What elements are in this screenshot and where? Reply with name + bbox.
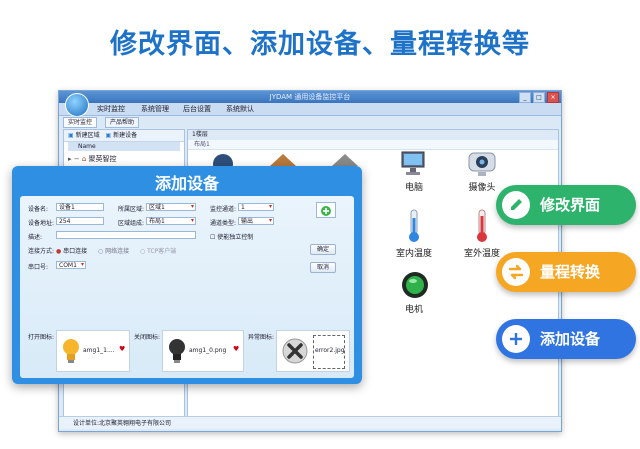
- area-label: 所属区域:: [118, 206, 145, 213]
- tab-help[interactable]: 产品帮助: [105, 117, 140, 128]
- area-select[interactable]: 区域1: [146, 203, 196, 211]
- new-area-icon: ▣: [68, 132, 74, 139]
- tree-header: Name: [68, 142, 180, 151]
- error-icon-label: 异常图标:: [248, 334, 275, 341]
- pill-label: 修改界面: [540, 196, 601, 214]
- radio-serial[interactable]: ● 串口连接: [56, 246, 87, 255]
- group-label: 区域组成:: [118, 220, 145, 227]
- add-button[interactable]: [316, 202, 336, 218]
- enable-label: 使能独立控制: [217, 234, 254, 241]
- window-title: JYDAM 通用设备监控平台: [269, 93, 351, 101]
- device-name-input[interactable]: 设备1: [56, 203, 104, 211]
- channel-label: 监控通道:: [210, 206, 237, 213]
- new-area-button[interactable]: 新建区域: [76, 132, 100, 139]
- menu-backend[interactable]: 后台设置: [183, 103, 211, 115]
- device-label-indoor-temp: 室内温度: [395, 249, 432, 259]
- edit-icon: [502, 191, 530, 219]
- device-name-label: 设备名:: [28, 206, 49, 213]
- close-button[interactable]: ×: [547, 92, 559, 103]
- type-label: 通道类型:: [210, 220, 237, 227]
- dialog-title: 添加设备: [154, 174, 219, 193]
- menu-realtime[interactable]: 实时监控: [97, 103, 125, 115]
- port-label: 串口号:: [28, 264, 49, 271]
- computer-icon[interactable]: [398, 148, 430, 178]
- menu-bar: 实时监控 系统管理 后台设置 系统默认: [59, 103, 561, 116]
- pill-range-convert[interactable]: 量程转换: [496, 252, 636, 292]
- swap-icon: [502, 258, 530, 286]
- tab-strip: 实时监控 产品帮助: [59, 116, 561, 128]
- thermometer-icon[interactable]: [472, 208, 492, 244]
- desc-label: 描述:: [28, 234, 43, 241]
- radio-network[interactable]: ○ 网络连接: [98, 246, 129, 255]
- status-bar: 设计单位:北京聚英翱翔电子有限公司: [59, 416, 561, 429]
- error-x-icon: [282, 338, 308, 364]
- new-device-icon: ▣: [105, 132, 112, 139]
- enable-checkbox[interactable]: ☐ 使能独立控制: [210, 232, 253, 241]
- open-icon-label: 打开图标:: [28, 334, 55, 341]
- device-label-motor: 电机: [404, 305, 423, 315]
- add-device-dialog: 添加设备 设备名: 设备1 所属区域: 区域1 监控通道: 1 设备地址: 25…: [12, 166, 362, 384]
- radio-tcp-label: TCP客户端: [147, 248, 177, 255]
- layout-header: 布局1: [188, 140, 558, 150]
- close-icon-box[interactable]: amg1_0.png ♥: [162, 330, 244, 372]
- ok-button[interactable]: 确定: [310, 244, 336, 255]
- app-logo-icon: [65, 93, 89, 117]
- close-icon-label: 关闭图标:: [134, 334, 161, 341]
- menu-system[interactable]: 系统管理: [141, 103, 169, 115]
- floor-header: 1楼层: [188, 130, 558, 140]
- bulb-on-icon: [63, 339, 79, 363]
- maximize-button[interactable]: □: [533, 92, 545, 103]
- minimize-button[interactable]: _: [519, 92, 531, 103]
- camera-icon[interactable]: [466, 148, 498, 178]
- motor-icon[interactable]: [400, 270, 430, 300]
- pill-label: 添加设备: [540, 330, 601, 348]
- bulb-off-icon: [169, 339, 185, 363]
- pill-add-device[interactable]: 添加设备: [496, 319, 636, 359]
- type-select[interactable]: 输出: [238, 217, 274, 225]
- tree-node-label: 聚英智控: [88, 155, 117, 163]
- radio-network-label: 网络连接: [105, 248, 130, 255]
- plus-icon: [321, 206, 331, 216]
- new-device-button[interactable]: 新建设备: [113, 132, 137, 139]
- tree-toolbar: ▣ 新建区域 ▣ 新建设备: [64, 130, 184, 142]
- headline: 修改界面、添加设备、量程转换等: [110, 29, 530, 60]
- radio-serial-label: 串口连接: [63, 248, 88, 255]
- heart-icon[interactable]: ♥: [233, 345, 239, 353]
- menu-default[interactable]: 系统默认: [226, 103, 254, 115]
- thermometer-icon[interactable]: [404, 208, 424, 244]
- expand-icon[interactable]: ▸ −: [68, 155, 80, 163]
- heart-icon[interactable]: ♥: [119, 345, 125, 353]
- title-bar: JYDAM 通用设备监控平台 _ □ ×: [59, 91, 561, 103]
- house-icon: ⌂: [81, 155, 87, 163]
- radio-tcp[interactable]: ○ TCP客户端: [140, 246, 176, 255]
- pill-label: 量程转换: [540, 263, 601, 281]
- address-label: 设备地址:: [28, 220, 55, 227]
- error-icon-box[interactable]: error2.jpg: [276, 330, 350, 372]
- dialog-body: 设备名: 设备1 所属区域: 区域1 监控通道: 1 设备地址: 254 区域组…: [20, 196, 354, 378]
- tab-realtime[interactable]: 实时监控: [63, 117, 98, 128]
- window-controls: _ □ ×: [519, 92, 559, 103]
- status-text: 设计单位:北京聚英翱翔电子有限公司: [73, 420, 172, 427]
- open-icon-filename: amg1_1....: [83, 347, 115, 354]
- group-select[interactable]: 布局1: [146, 217, 196, 225]
- open-icon-box[interactable]: amg1_1.... ♥: [56, 330, 130, 372]
- connect-label: 连接方式:: [28, 248, 55, 255]
- address-input[interactable]: 254: [56, 217, 104, 225]
- error-icon-filename: error2.jpg: [315, 347, 345, 354]
- plus-icon: [502, 325, 530, 353]
- cancel-button[interactable]: 取消: [310, 262, 336, 273]
- pill-edit-ui[interactable]: 修改界面: [496, 185, 636, 225]
- close-icon-filename: amg1_0.png: [189, 347, 227, 354]
- port-select[interactable]: COM1: [56, 261, 86, 269]
- tree-node[interactable]: ▸ − ⌂ 聚英智控: [68, 154, 117, 164]
- channel-select[interactable]: 1: [238, 203, 274, 211]
- device-label-computer: 电脑: [404, 183, 423, 193]
- desc-input[interactable]: [56, 231, 196, 239]
